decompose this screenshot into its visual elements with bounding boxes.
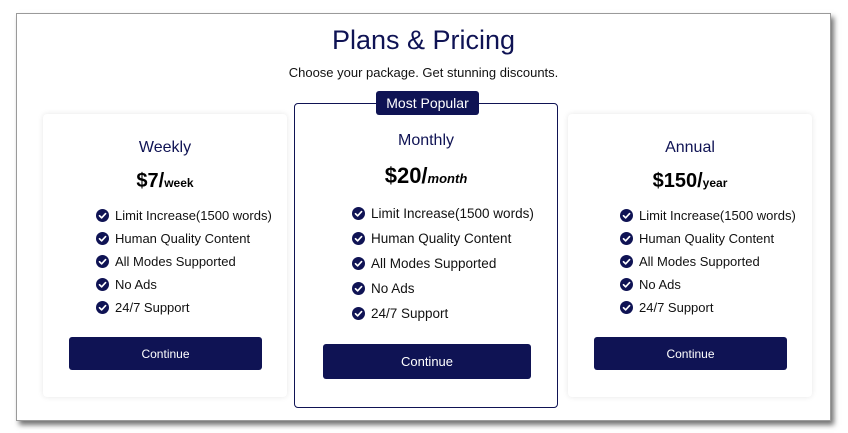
feature-text: 24/7 Support — [639, 300, 714, 315]
plan-card-annual: Annual $150/year Limit Increase(1500 wor… — [568, 114, 812, 397]
check-circle-icon — [620, 301, 633, 314]
feature-item: All Modes Supported — [352, 251, 534, 276]
plan-name: Monthly — [397, 132, 455, 149]
page-title: Plans & Pricing — [331, 25, 516, 55]
price-amount: $7/ — [136, 170, 165, 192]
check-circle-icon — [620, 209, 633, 222]
check-circle-icon — [352, 307, 365, 320]
feature-item: No Ads — [352, 276, 534, 301]
check-circle-icon — [620, 232, 633, 245]
continue-button-weekly[interactable]: Continue — [69, 337, 262, 370]
feature-text: Human Quality Content — [371, 231, 512, 246]
plan-name: Annual — [665, 139, 715, 156]
most-popular-badge: Most Popular — [376, 91, 479, 115]
price-period: month — [427, 171, 468, 186]
check-circle-icon — [96, 301, 109, 314]
check-circle-icon — [620, 255, 633, 268]
check-circle-icon — [352, 207, 365, 220]
feature-text: All Modes Supported — [115, 254, 236, 269]
plan-price: $150/year — [568, 170, 812, 193]
feature-text: No Ads — [639, 277, 681, 292]
pricing-panel: Plans & Pricing Choose your package. Get… — [16, 13, 831, 421]
feature-item: Limit Increase(1500 words) — [96, 204, 272, 227]
feature-item: 24/7 Support — [620, 296, 796, 319]
check-circle-icon — [352, 232, 365, 245]
feature-text: 24/7 Support — [371, 306, 449, 321]
continue-button-monthly[interactable]: Continue — [323, 344, 531, 379]
check-circle-icon — [352, 257, 365, 270]
price-period: week — [164, 176, 194, 190]
plan-name: Weekly — [138, 139, 192, 156]
feature-text: Human Quality Content — [639, 231, 775, 246]
price-period: year — [702, 176, 728, 190]
feature-list: Limit Increase(1500 words) Human Quality… — [352, 201, 534, 326]
feature-text: Human Quality Content — [115, 231, 251, 246]
feature-text: Limit Increase(1500 words) — [115, 208, 272, 223]
feature-item: All Modes Supported — [96, 250, 272, 273]
plan-price: $20/month — [295, 163, 557, 189]
check-circle-icon — [96, 232, 109, 245]
continue-button-annual[interactable]: Continue — [594, 337, 787, 370]
plan-price: $7/week — [43, 170, 287, 193]
feature-item: No Ads — [96, 273, 272, 296]
feature-list: Limit Increase(1500 words) Human Quality… — [620, 204, 796, 319]
feature-item: All Modes Supported — [620, 250, 796, 273]
plan-card-monthly: Monthly $20/month Limit Increase(1500 wo… — [294, 103, 558, 408]
feature-item: 24/7 Support — [352, 301, 534, 326]
check-circle-icon — [352, 282, 365, 295]
page-subtitle: Choose your package. Get stunning discou… — [288, 65, 559, 80]
feature-text: Limit Increase(1500 words) — [371, 206, 534, 221]
check-circle-icon — [96, 209, 109, 222]
feature-item: Human Quality Content — [620, 227, 796, 250]
feature-item: No Ads — [620, 273, 796, 296]
check-circle-icon — [620, 278, 633, 291]
feature-text: 24/7 Support — [115, 300, 190, 315]
feature-item: Limit Increase(1500 words) — [620, 204, 796, 227]
feature-item: Human Quality Content — [352, 226, 534, 251]
price-amount: $20/ — [384, 163, 428, 188]
feature-item: Human Quality Content — [96, 227, 272, 250]
feature-text: Limit Increase(1500 words) — [639, 208, 796, 223]
feature-text: No Ads — [371, 281, 415, 296]
check-circle-icon — [96, 255, 109, 268]
feature-text: All Modes Supported — [639, 254, 760, 269]
feature-item: 24/7 Support — [96, 296, 272, 319]
feature-list: Limit Increase(1500 words) Human Quality… — [96, 204, 272, 319]
plan-card-weekly: Weekly $7/week Limit Increase(1500 words… — [43, 114, 287, 397]
check-circle-icon — [96, 278, 109, 291]
feature-item: Limit Increase(1500 words) — [352, 201, 534, 226]
price-amount: $150/ — [652, 170, 703, 192]
feature-text: No Ads — [115, 277, 157, 292]
feature-text: All Modes Supported — [371, 256, 497, 271]
